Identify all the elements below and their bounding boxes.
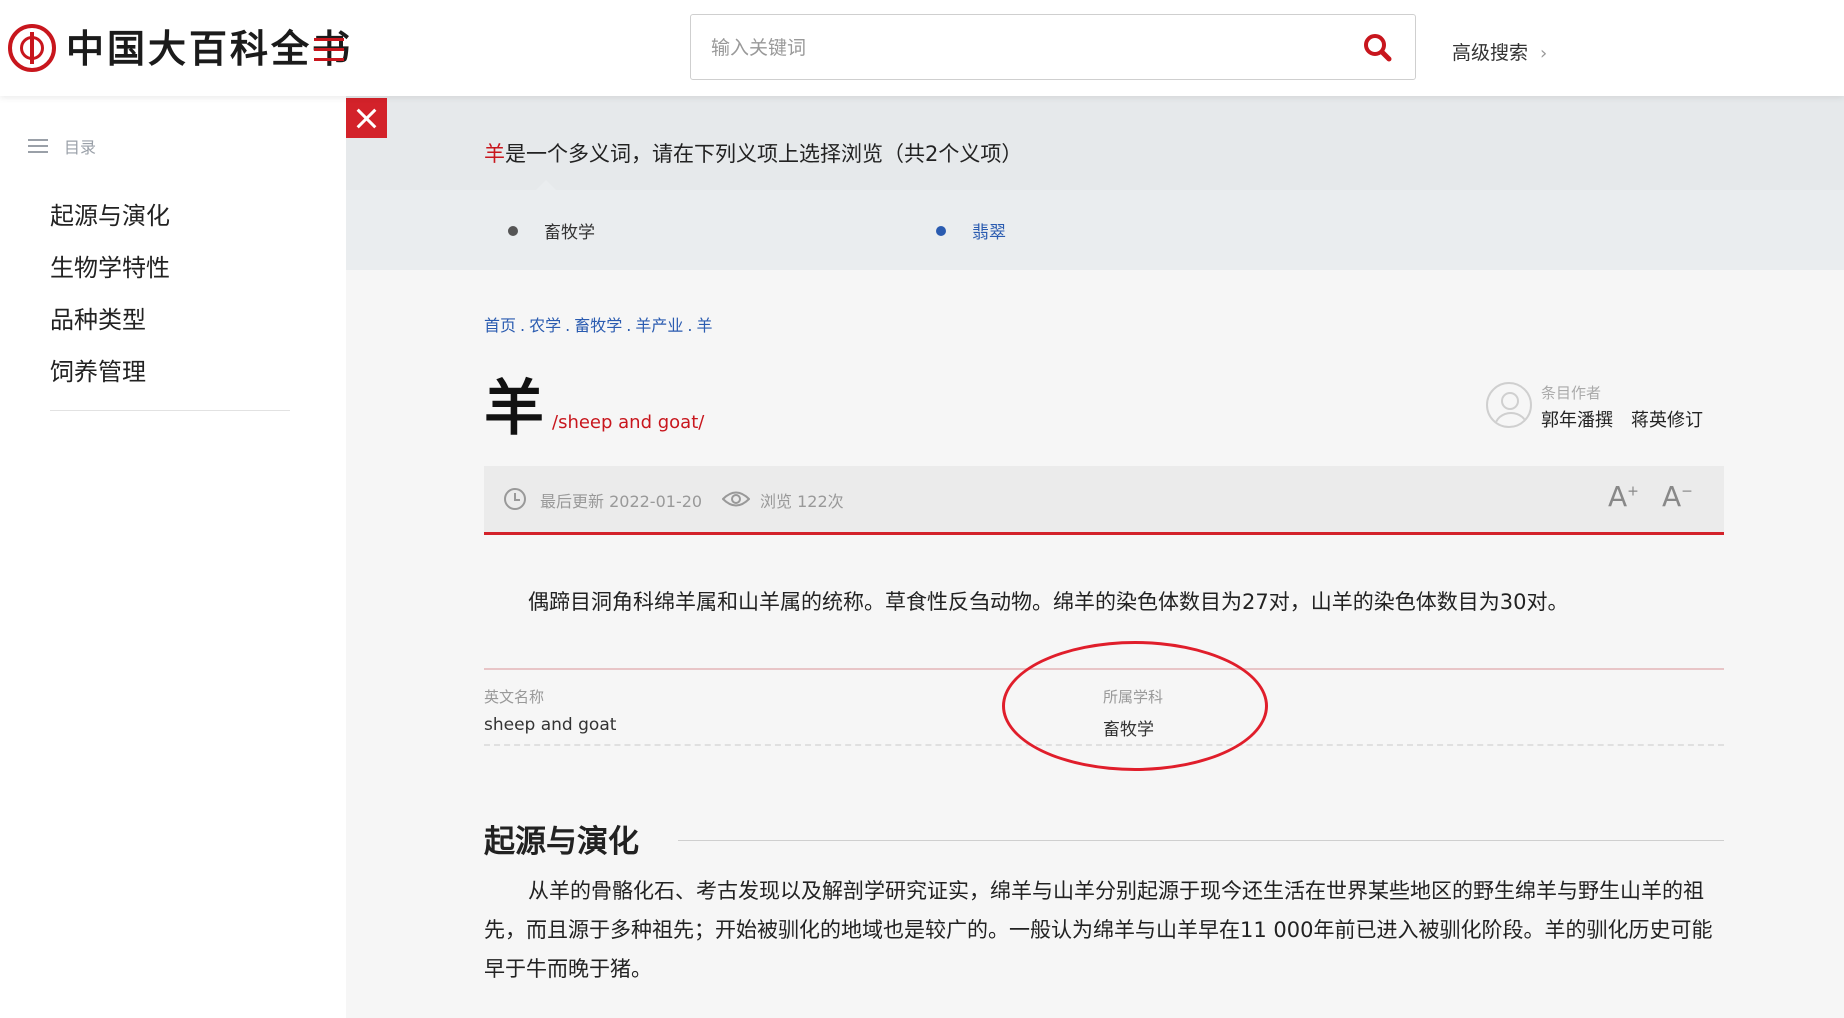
- search-icon: [1364, 34, 1392, 62]
- polysemy-text: 是一个多义词，请在下列义项上选择浏览（共2个义项）: [505, 142, 1023, 166]
- logo-seal-icon[interactable]: [8, 24, 56, 72]
- close-polysemy-button[interactable]: [346, 98, 387, 138]
- toc-item-origin[interactable]: 起源与演化: [50, 202, 290, 254]
- eye-icon: [722, 491, 750, 507]
- entry-title: 羊: [484, 374, 544, 444]
- increase-font-button[interactable]: A+: [1608, 480, 1639, 513]
- font-up-label: A: [1608, 480, 1628, 513]
- section-title: 起源与演化: [484, 824, 639, 860]
- plus-icon: +: [1627, 483, 1639, 500]
- advanced-search-label: 高级搜索: [1452, 42, 1529, 64]
- toc-header[interactable]: 目录: [28, 134, 96, 158]
- decrease-font-button[interactable]: A−: [1662, 480, 1693, 513]
- breadcrumb-home[interactable]: 首页: [484, 316, 516, 335]
- last-updated: 最后更新 2022-01-20: [540, 492, 703, 511]
- sense-list: 畜牧学 翡翠: [346, 190, 1844, 270]
- minus-icon: −: [1681, 483, 1693, 500]
- toc-label: 目录: [64, 138, 97, 157]
- author-names: 郭年潘撰 蒋英修订: [1541, 410, 1703, 431]
- author-avatar-icon: [1486, 382, 1532, 428]
- site-logo-text[interactable]: 中国大百科全书: [66, 26, 353, 72]
- breadcrumb: 首页. 农学. 畜牧学. 羊产业. 羊: [484, 316, 713, 335]
- section-divider: [678, 840, 1724, 841]
- chevron-right-icon: ›: [1540, 43, 1548, 64]
- search-button[interactable]: [1359, 29, 1397, 67]
- clock-icon: [504, 488, 526, 510]
- breadcrumb-animal-husbandry[interactable]: 畜牧学: [574, 316, 622, 335]
- breadcrumb-current[interactable]: 羊: [696, 316, 712, 335]
- bullet-icon: [508, 225, 518, 236]
- toc-sidebar: 目录 起源与演化 生物学特性 品种类型 饲养管理: [0, 96, 346, 1018]
- search-box: [690, 14, 1416, 80]
- hamburger-menu-icon[interactable]: [314, 38, 344, 62]
- toc-list: 起源与演化 生物学特性 品种类型 饲养管理: [50, 202, 290, 411]
- view-count: 浏览 122次: [760, 492, 844, 511]
- polysemy-banner: 羊是一个多义词，请在下列义项上选择浏览（共2个义项）: [346, 96, 1844, 190]
- sense-item-animal-husbandry[interactable]: 畜牧学: [508, 218, 595, 243]
- polysemy-term: 羊: [484, 142, 505, 166]
- bullet-icon: [936, 225, 946, 236]
- entry-summary: 偶蹄目洞角科绵羊属和山羊属的统称。草食性反刍动物。绵羊的染色体数目为27对，山羊…: [528, 590, 1569, 614]
- site-header: 中国大百科全书 高级搜索 ›: [0, 0, 1844, 96]
- entry-subtitle: /sheep and goat/: [552, 412, 705, 433]
- polysemy-message: 羊是一个多义词，请在下列义项上选择浏览（共2个义项）: [484, 138, 1022, 168]
- attribute-english-name: 英文名称 sheep and goat: [484, 686, 616, 735]
- sense-label: 翡翠: [972, 223, 1006, 243]
- attribute-value: sheep and goat: [484, 715, 617, 735]
- polysemy-pointer: [536, 180, 556, 190]
- advanced-search-link[interactable]: 高级搜索 ›: [1452, 38, 1547, 65]
- list-icon: [28, 139, 48, 153]
- sense-item-jade[interactable]: 翡翠: [936, 218, 1006, 243]
- sense-label: 畜牧学: [544, 223, 595, 243]
- entry-info-bar: 最后更新 2022-01-20 浏览 122次 A+ A−: [484, 466, 1724, 535]
- attribute-label: 英文名称: [484, 688, 545, 706]
- author-label: 条目作者: [1541, 384, 1602, 402]
- breadcrumb-agronomy[interactable]: 农学: [529, 316, 561, 335]
- breadcrumb-sheep-industry[interactable]: 羊产业: [635, 316, 683, 335]
- search-input[interactable]: [709, 29, 1313, 67]
- font-down-label: A: [1662, 480, 1682, 513]
- toc-item-breeds[interactable]: 品种类型: [50, 306, 290, 358]
- toc-item-biology[interactable]: 生物学特性: [50, 254, 290, 306]
- toc-item-husbandry[interactable]: 饲养管理: [50, 358, 290, 411]
- main-content: 羊是一个多义词，请在下列义项上选择浏览（共2个义项） 畜牧学 翡翠 首页. 农学.…: [346, 96, 1844, 1018]
- section-body: 从羊的骨骼化石、考古发现以及解剖学研究证实，绵羊与山羊分别起源于现今还生活在世界…: [484, 879, 1713, 981]
- annotation-ellipse: [1002, 641, 1268, 771]
